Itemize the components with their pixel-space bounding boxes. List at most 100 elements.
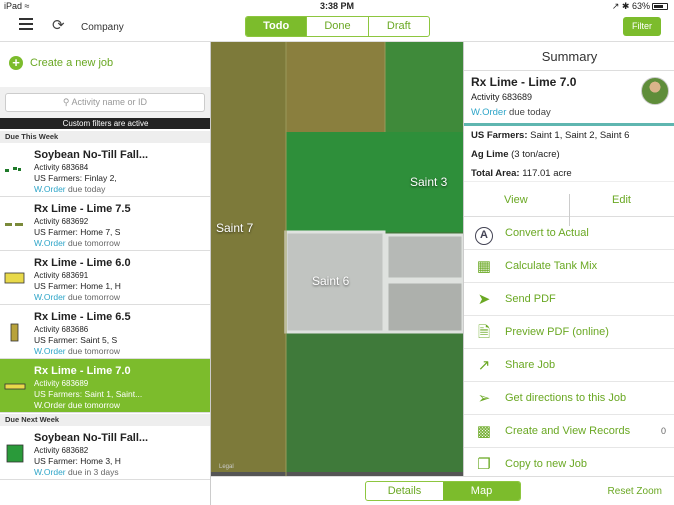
map-view[interactable]: Saint 7 Saint 6 Saint 3 Legal [211,42,463,476]
divider [464,70,674,71]
job-activity: Activity 683692 [34,217,89,226]
field-thumbnail [4,272,25,284]
job-list-panel: + Create a new job ⚲ Activity name or ID … [0,42,211,505]
field-label-saint-7: Saint 7 [216,221,254,235]
share-job-button[interactable]: ↗ Share Job [464,349,674,382]
edit-button[interactable]: Edit [612,194,631,206]
job-type: W.Order [34,292,66,302]
job-title: Rx Lime - Lime 6.5 [34,311,131,323]
summary-panel: Summary Rx Lime - Lime 7.0 Activity 6836… [463,42,674,476]
battery-status: ↗ ✱ 63% [612,1,668,12]
company-name[interactable]: Company [81,22,124,33]
job-due: W.Order due tomorrow [34,238,120,248]
battery-icon [652,3,668,10]
status-tabs: Todo Done Draft [245,16,430,37]
tab-done[interactable]: Done [306,17,367,36]
progress-line [464,123,674,126]
pdf-preview-icon: 🗎 [477,324,491,341]
search-bar: ⚲ Activity name or ID [0,87,210,118]
job-title: Rx Lime - Lime 7.0 [34,365,131,377]
directions-icon: ➢ [477,390,491,407]
calculate-tank-mix-button[interactable]: ▦ Calculate Tank Mix [464,250,674,283]
copy-to-new-job-button[interactable]: ❐ Copy to new Job [464,448,674,476]
create-job-label: Create a new job [30,57,114,69]
section-header-next-week: Due Next Week [0,414,210,426]
menu-icon[interactable] [19,18,33,30]
summary-type: W.Order [471,107,507,118]
get-directions-button[interactable]: ➢ Get directions to this Job [464,382,674,415]
action-label: Preview PDF (online) [505,326,609,338]
records-count: 0 [660,426,666,436]
job-list-item[interactable]: Rx Lime - Lime 7.5 Activity 683692 US Fa… [0,197,210,251]
search-input[interactable]: ⚲ Activity name or ID [5,93,205,112]
summary-area: Total Area: 117.01 acre [471,168,572,179]
job-title: Soybean No-Till Fall... [34,149,149,161]
satellite-map[interactable] [211,42,463,476]
sync-icon[interactable]: ⟳ [52,16,65,34]
field-thumbnail [5,223,23,226]
job-farmers: US Farmers: Saint 1, Saint... [34,389,143,399]
action-label: Calculate Tank Mix [505,260,598,272]
job-title: Soybean No-Till Fall... [34,432,149,444]
summary-due: W.Order due today [471,107,551,118]
plus-icon: + [9,56,23,70]
job-farmers: US Farmer: Saint 5, S [34,335,118,345]
reset-zoom-button[interactable]: Reset Zoom [608,486,662,497]
section-header-this-week: Due This Week [0,131,210,143]
action-label: Get directions to this Job [505,392,627,404]
action-label: Create and View Records [505,425,631,437]
job-list-item-selected[interactable]: Rx Lime - Lime 7.0 Activity 683689 US Fa… [0,359,210,413]
job-due: W.Order due tomorrow [34,400,120,410]
summary-farmers: US Farmers: Saint 1, Saint 2, Saint 6 [471,130,630,141]
job-list-item[interactable]: Rx Lime - Lime 6.5 Activity 683686 US Fa… [0,305,210,359]
tab-map[interactable]: Map [443,482,520,500]
action-label: Send PDF [505,293,556,305]
field-thumbnail [6,444,24,463]
tab-draft[interactable]: Draft [367,17,429,36]
summary-activity: Activity 683689 [471,92,533,102]
job-type: W.Order [34,346,66,356]
view-edit-bar: View Edit [464,181,674,226]
convert-to-actual-button[interactable]: A Convert to Actual [464,217,674,250]
tab-details[interactable]: Details [366,482,443,500]
job-activity: Activity 683684 [34,163,89,172]
create-job-button[interactable]: + Create a new job [9,56,113,74]
job-list-item[interactable]: Rx Lime - Lime 6.0 Activity 683691 US Fa… [0,251,210,305]
share-icon: ↗ [477,357,491,374]
preview-pdf-button[interactable]: 🗎 Preview PDF (online) [464,316,674,349]
action-label: Copy to new Job [505,458,587,470]
bottom-bar: Details Map Reset Zoom [211,476,674,505]
job-activity: Activity 683689 [34,379,89,388]
field-thumbnail [10,323,19,342]
tab-todo[interactable]: Todo [246,17,307,36]
job-due: W.Order due tomorrow [34,292,120,302]
job-activity: Activity 683686 [34,325,89,334]
job-type: W.Order [34,400,66,410]
records-icon: ▩ [476,423,492,440]
job-farmers: US Farmers: Finlay 2, [34,173,117,183]
map-attribution[interactable]: Legal [219,464,234,470]
filter-button[interactable]: Filter [623,17,661,36]
avatar[interactable] [641,77,669,105]
job-due: W.Order due in 3 days [34,467,119,477]
field-label-saint-6: Saint 6 [312,274,350,288]
job-title: Rx Lime - Lime 7.5 [34,203,131,215]
job-activity: Activity 683691 [34,271,89,280]
copy-icon: ❐ [477,456,491,473]
create-view-records-button[interactable]: ▩ Create and View Records 0 [464,415,674,448]
send-icon: ➤ [477,291,491,308]
status-bar: iPad ≈ 3:38 PM ↗ ✱ 63% [0,0,674,13]
job-type: W.Order [34,238,66,248]
job-title: Rx Lime - Lime 6.0 [34,257,131,269]
view-tabs: Details Map [365,481,521,501]
top-bar: ⟳ Company Todo Done Draft Filter [0,13,674,42]
summary-job-title: Rx Lime - Lime 7.0 [471,75,577,89]
search-placeholder: Activity name or ID [71,97,148,107]
view-button[interactable]: View [504,194,528,206]
job-list-item[interactable]: Soybean No-Till Fall... Activity 683684 … [0,143,210,197]
send-pdf-button[interactable]: ➤ Send PDF [464,283,674,316]
job-list-item[interactable]: Soybean No-Till Fall... Activity 683682 … [0,426,210,480]
action-label: Share Job [505,359,556,371]
field-label-saint-3: Saint 3 [410,175,448,189]
job-activity: Activity 683682 [34,446,89,455]
